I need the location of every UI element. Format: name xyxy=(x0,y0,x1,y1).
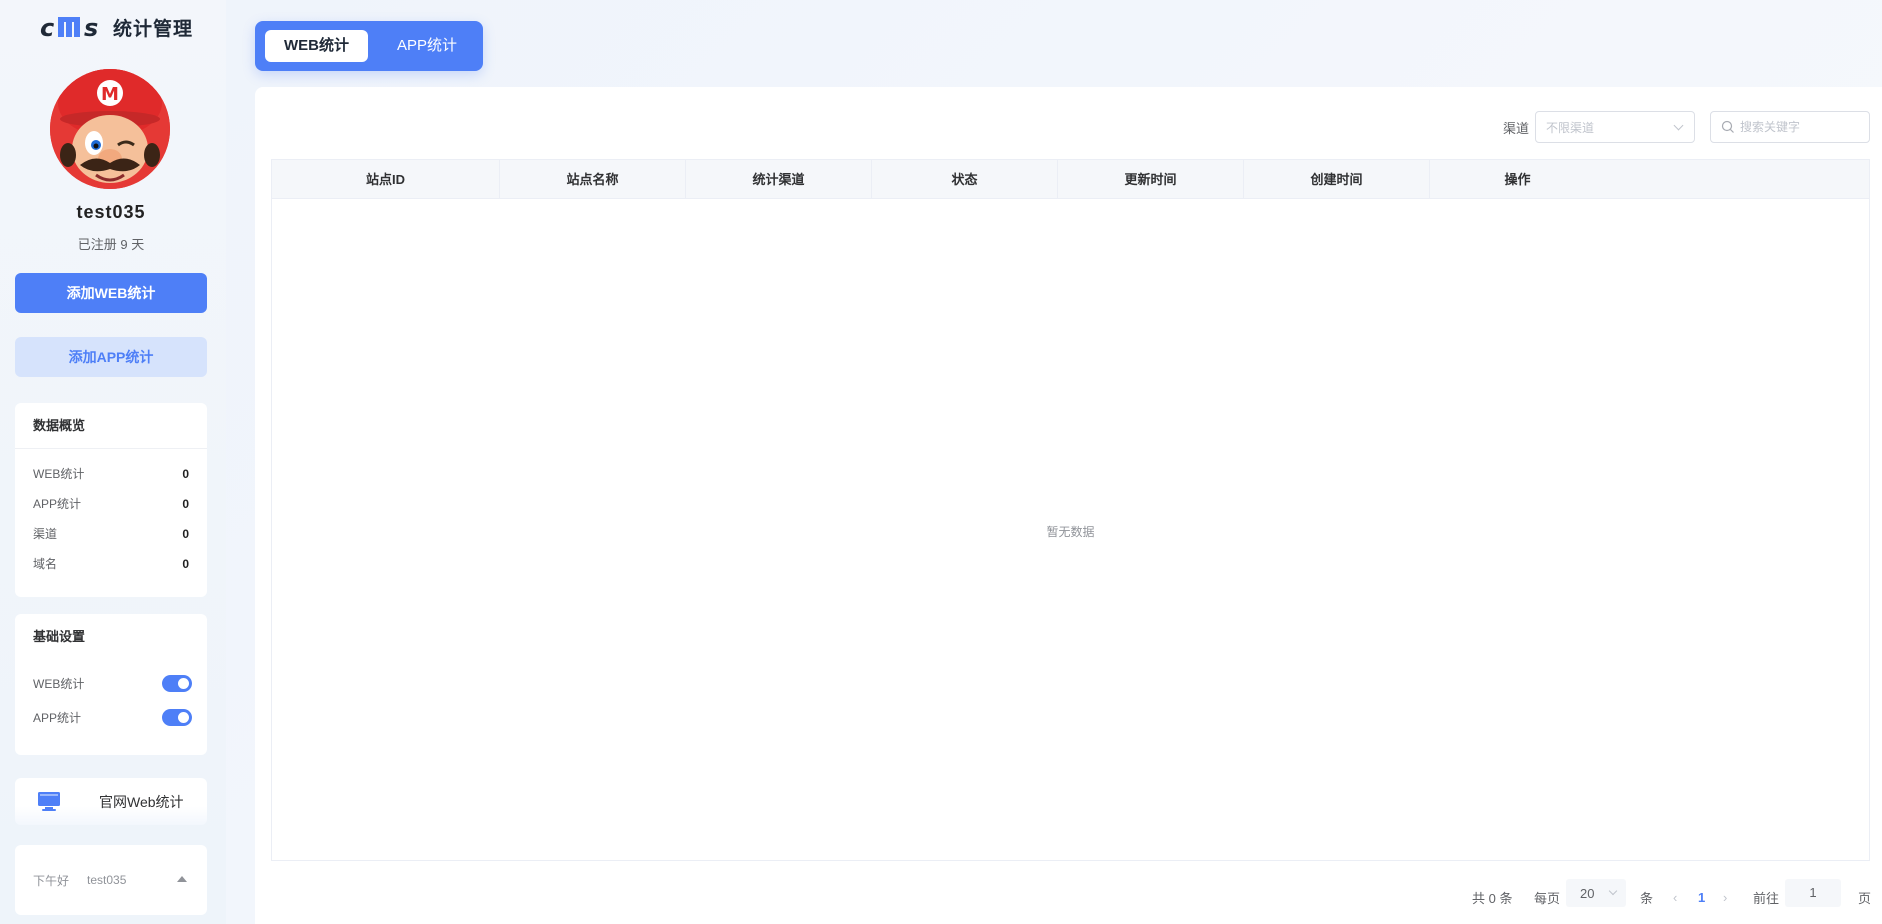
search-icon xyxy=(1721,120,1734,133)
pagination-total: 共 0 条 xyxy=(1472,890,1513,906)
svg-text:M: M xyxy=(101,84,119,105)
column-header-site-id[interactable]: 站点ID xyxy=(272,160,500,199)
page-suffix: 页 xyxy=(1858,890,1872,906)
column-header-updated[interactable]: 更新时间 xyxy=(1058,160,1244,199)
channel-select-value: 不限渠道 xyxy=(1546,120,1595,135)
overview-label: WEB统计 xyxy=(33,467,85,481)
username: test035 xyxy=(76,202,146,222)
chevron-down-icon xyxy=(1608,886,1618,896)
add-app-stat-button[interactable]: 添加APP统计 xyxy=(15,337,207,377)
pagination: 共 0 条 每页 20 条 ‹ 1 › 前往 1 页 xyxy=(255,879,1882,912)
overview-row-domain: 域名 0 xyxy=(15,549,207,579)
official-web-stat-label: 官网Web统计 xyxy=(99,793,184,810)
caret-up-icon[interactable] xyxy=(177,876,187,882)
sites-table: 站点ID 站点名称 统计渠道 状态 更新时间 创建时间 操作 暂无数据 xyxy=(271,159,1870,861)
chevron-down-icon xyxy=(1673,120,1684,131)
avatar[interactable]: M xyxy=(50,69,170,189)
column-header-created[interactable]: 创建时间 xyxy=(1244,160,1430,199)
app-stat-toggle[interactable] xyxy=(162,708,192,726)
column-header-channel[interactable]: 统计渠道 xyxy=(686,160,872,199)
table-header: 站点ID 站点名称 统计渠道 状态 更新时间 创建时间 操作 xyxy=(272,160,1869,199)
data-overview-title: 数据概览 xyxy=(15,403,207,449)
svg-text:c: c xyxy=(40,14,54,40)
app-title: 统计管理 xyxy=(113,18,194,40)
current-page[interactable]: 1 xyxy=(1698,890,1705,905)
basic-settings-card: 基础设置 WEB统计 APP统计 xyxy=(15,614,207,755)
web-stat-toggle[interactable] xyxy=(162,674,192,692)
column-header-actions[interactable]: 操作 xyxy=(1430,160,1605,199)
basic-settings-title: 基础设置 xyxy=(33,629,86,644)
setting-row-web: WEB统计 xyxy=(15,666,207,700)
tab-app-stat[interactable]: APP统计 xyxy=(379,30,475,62)
column-header-site-name[interactable]: 站点名称 xyxy=(500,160,686,199)
svg-text:s: s xyxy=(84,14,98,40)
stat-type-tabs: WEB统计 APP统计 xyxy=(255,21,483,71)
setting-row-app: APP统计 xyxy=(15,700,207,734)
overview-label: APP统计 xyxy=(33,497,82,511)
search-box[interactable] xyxy=(1710,111,1870,143)
mario-avatar-icon: M xyxy=(50,69,170,189)
data-overview-card: 数据概览 WEB统计 0 APP统计 0 渠道 0 域名 0 xyxy=(15,403,207,597)
greeting-username: test035 xyxy=(87,873,127,887)
pagination-per-page-label: 每页 xyxy=(1534,890,1561,906)
add-web-stat-button[interactable]: 添加WEB统计 xyxy=(15,273,207,313)
app-logo[interactable]: c s 统计管理 xyxy=(40,14,193,40)
tab-web-stat[interactable]: WEB统计 xyxy=(265,30,368,62)
goto-label: 前往 xyxy=(1753,890,1780,906)
monitor-icon xyxy=(38,791,60,811)
overview-row-app: APP统计 0 xyxy=(15,489,207,519)
greeting-text: 下午好 xyxy=(33,873,70,888)
overview-row-channel: 渠道 0 xyxy=(15,519,207,549)
overview-row-web: WEB统计 0 xyxy=(15,459,207,489)
search-input[interactable] xyxy=(1740,120,1860,134)
overview-label: 渠道 xyxy=(33,527,58,541)
pagination-unit: 条 xyxy=(1640,890,1654,906)
user-greeting: 下午好 test035 xyxy=(15,845,207,915)
sidebar: c s 统计管理 M test035 已注册 9 天 添加WEB统计 添加APP… xyxy=(0,0,226,924)
column-header-status[interactable]: 状态 xyxy=(872,160,1058,199)
prev-page-icon[interactable]: ‹ xyxy=(1673,890,1677,905)
overview-value: 0 xyxy=(182,467,189,481)
goto-page-input[interactable]: 1 xyxy=(1785,879,1841,907)
cms-logo-icon: c s xyxy=(40,14,98,40)
overview-value: 0 xyxy=(182,557,189,571)
page-size-select[interactable]: 20 xyxy=(1566,879,1626,907)
overview-label: 域名 xyxy=(33,557,58,571)
page-size-value: 20 xyxy=(1580,885,1595,901)
setting-label: WEB统计 xyxy=(33,676,85,691)
overview-value: 0 xyxy=(182,527,189,541)
next-page-icon[interactable]: › xyxy=(1723,890,1727,905)
main-panel: 渠道 不限渠道 站点ID 站点名称 统计渠道 状态 更新时间 创建时间 操作 暂… xyxy=(255,87,1882,924)
table-empty-text: 暂无数据 xyxy=(1046,525,1095,539)
channel-select[interactable]: 不限渠道 xyxy=(1535,111,1695,143)
official-web-stat-link[interactable]: 官网Web统计 xyxy=(15,778,207,825)
registration-days: 已注册 9 天 xyxy=(77,237,145,252)
channel-filter-label: 渠道 xyxy=(1503,121,1530,136)
overview-value: 0 xyxy=(182,497,189,511)
setting-label: APP统计 xyxy=(33,710,82,725)
